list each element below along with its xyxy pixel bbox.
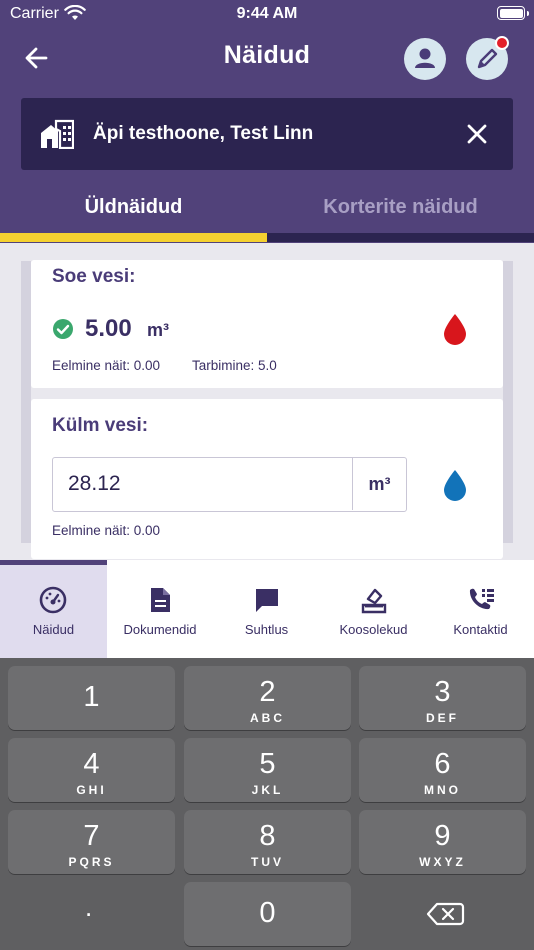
cold-water-reading-input[interactable] [53,458,352,510]
key-decimal[interactable]: . [85,892,92,923]
key-0[interactable]: 0 [184,882,351,946]
ballot-box-icon [361,588,387,614]
check-circle-icon [53,319,73,339]
readings-list[interactable]: Soe vesi: 5.00 m³ Eelmine näit: 0.00 Tar… [0,243,534,559]
reading-card-cold-water: Külm vesi: m³ Eelmine näit: 0.00 [31,399,503,559]
water-drop-icon [444,314,466,345]
close-icon[interactable] [463,120,491,148]
app-header: Carrier 9:44 AM Näidud Äpi testhoone, Te… [0,0,534,243]
key-7[interactable]: 7 PQRS [8,810,175,874]
key-number: 2 [259,676,276,708]
previous-reading: Eelmine näit: 0.00 [52,523,161,538]
active-tab-indicator [0,233,267,242]
water-drop-icon [444,470,466,501]
nav-item-documents[interactable]: Dokumendid [107,560,213,658]
bottom-navigation: Näidud Dokumendid Suhtlus Koosolekud Kon… [0,560,534,658]
reading-title: Soe vesi: [52,266,136,287]
edit-button[interactable] [466,36,509,80]
reading-card-hot-water: Soe vesi: 5.00 m³ Eelmine näit: 0.00 Tar… [31,260,503,388]
key-number: 3 [434,676,451,708]
key-8[interactable]: 8 TUV [184,810,351,874]
nav-item-readings[interactable]: Näidud [0,560,107,658]
key-number: 9 [434,820,451,852]
reading-value: 5.00 [85,315,132,342]
reading-title: Külm vesi: [52,415,149,436]
nav-item-meetings[interactable]: Koosolekud [320,560,427,658]
building-banner: Äpi testhoone, Test Linn [21,98,513,170]
consumption: Tarbimine: 5.0 [192,358,277,373]
key-number: 8 [259,820,276,852]
nav-label: Dokumendid [123,622,197,637]
key-4[interactable]: 4 GHI [8,738,175,802]
key-letters: GHI [76,783,107,797]
battery-icon [497,6,529,20]
phone-contacts-icon [469,588,494,610]
nav-label: Kontaktid [453,622,508,637]
key-6[interactable]: 6 MNO [359,738,526,802]
nav-label: Näidud [32,622,75,637]
nav-item-contacts[interactable]: Kontaktid [427,560,534,658]
tab-divider [267,233,534,242]
nav-label: Suhtlus [244,622,289,637]
key-number: 7 [83,820,100,852]
key-letters: TUV [251,855,284,869]
input-unit: m³ [352,458,406,510]
key-5[interactable]: 5 JKL [184,738,351,802]
previous-reading: Eelmine näit: 0.00 [52,358,161,373]
clock: 9:44 AM [236,5,298,22]
key-letters: JKL [251,783,284,797]
tab-general-readings[interactable]: Üldnäidud [0,196,267,219]
key-number: 1 [83,681,100,713]
backspace-icon[interactable] [425,901,465,927]
document-icon [151,588,170,612]
key-number: 6 [434,748,451,780]
profile-button[interactable] [404,38,446,80]
key-number: 4 [83,748,100,780]
list-rail-left [21,261,31,543]
key-2[interactable]: 2 ABC [184,666,351,730]
building-name: Äpi testhoone, Test Linn [93,123,314,144]
notification-dot [495,36,509,50]
key-letters: ABC [250,711,285,725]
gauge-icon [39,586,67,614]
key-number: 0 [259,897,276,929]
key-9[interactable]: 9 WXYZ [359,810,526,874]
user-icon [415,48,435,68]
numeric-keypad: 1 2 ABC 3 DEF 4 GHI 5 JKL 6 MNO 7 PQRS 8 TUV 9 W… [0,658,534,950]
reading-unit: m³ [147,320,169,340]
key-letters: PQRS [68,855,115,869]
tab-apartment-readings[interactable]: Korterite näidud [267,196,534,219]
page-title: Näidud [223,41,311,69]
status-bar: Carrier 9:44 AM [0,0,534,30]
key-letters: DEF [426,711,459,725]
key-letters: WXYZ [419,855,466,869]
reading-input-group: m³ [52,457,407,512]
chat-icon [256,589,278,612]
key-3[interactable]: 3 DEF [359,666,526,730]
key-letters: MNO [424,783,461,797]
key-1[interactable]: 1 [8,666,175,730]
building-icon [41,119,74,149]
key-number: 5 [259,748,276,780]
list-rail-right [503,261,513,543]
nav-item-communication[interactable]: Suhtlus [213,560,320,658]
nav-label: Koosolekud [339,622,408,637]
